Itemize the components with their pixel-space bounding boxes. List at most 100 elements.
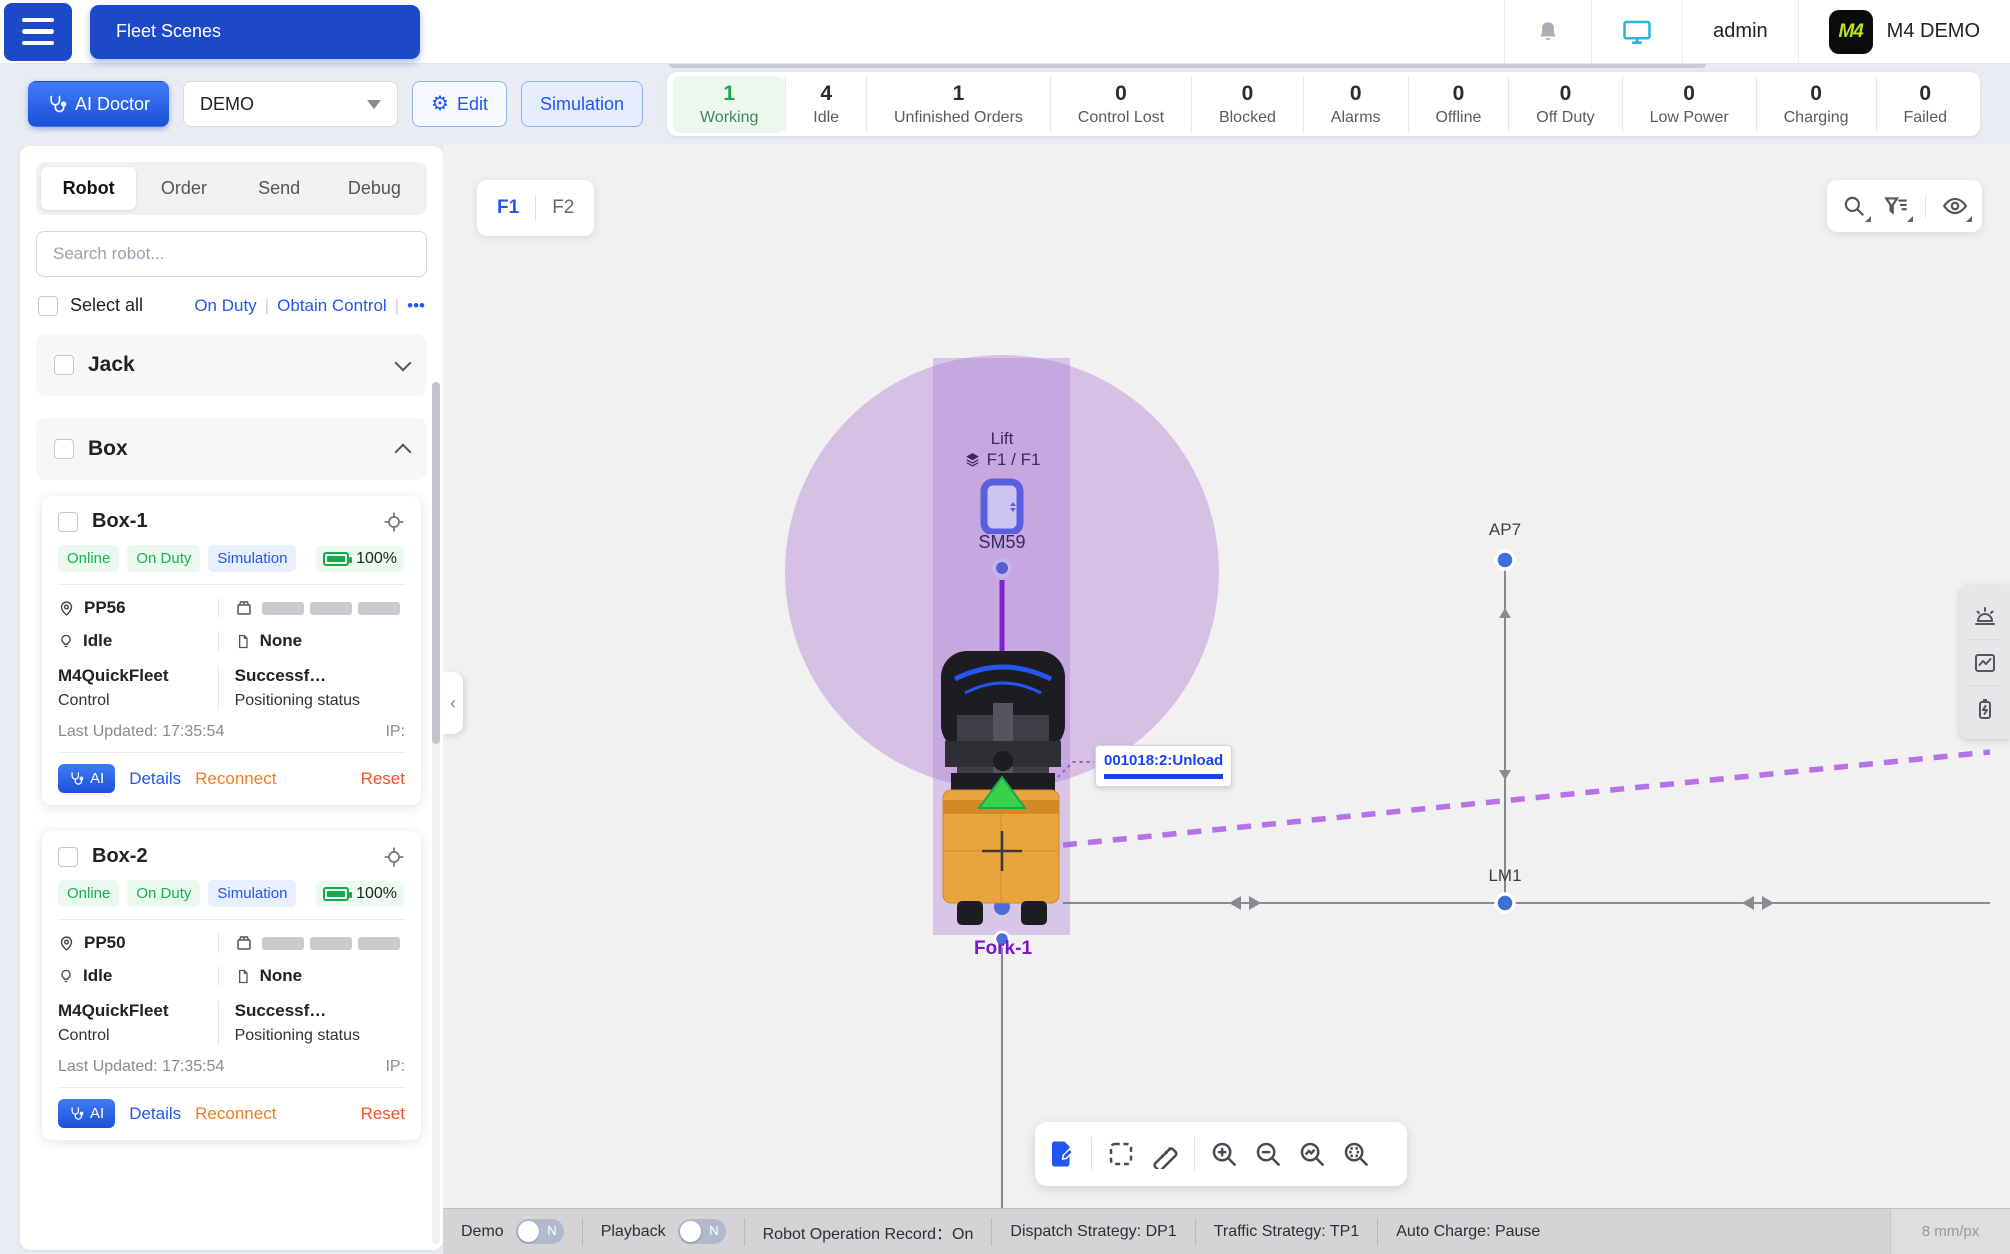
counter-blocked[interactable]: 0Blocked [1191, 76, 1303, 133]
user-menu[interactable]: admin [1682, 0, 1797, 64]
reset-link[interactable]: Reset [361, 769, 405, 789]
status-badge: Online [58, 880, 119, 907]
tab-send[interactable]: Send [232, 167, 327, 210]
map-lines [443, 144, 1990, 1254]
gear-icon: ⚙ [431, 94, 449, 114]
map-search-button[interactable] [1841, 193, 1867, 219]
ai-button[interactable]: AI [58, 764, 115, 793]
select-area-button[interactable] [1106, 1139, 1136, 1169]
playback-toggle[interactable]: N [678, 1219, 726, 1244]
tab-robot[interactable]: Robot [41, 167, 136, 210]
map-tools [1827, 180, 1982, 232]
map-edit-button[interactable] [1047, 1139, 1077, 1169]
sidebar-scrollbar-thumb[interactable] [432, 382, 440, 744]
more-button[interactable]: ••• [407, 296, 425, 316]
stethoscope-icon [47, 94, 67, 114]
counter-unfinished-orders[interactable]: 1Unfinished Orders [866, 76, 1050, 133]
robot-checkbox[interactable] [58, 512, 78, 532]
counter-working[interactable]: 1Working [673, 76, 785, 133]
sidebar-tabs: Robot Order Send Debug [36, 162, 427, 215]
reconnect-link[interactable]: Reconnect [195, 769, 276, 789]
menu-button[interactable] [4, 3, 72, 61]
dispatch-strategy: Dispatch Strategy: DP1 [1010, 1223, 1176, 1241]
details-link[interactable]: Details [129, 1104, 181, 1124]
playback-label: Playback [601, 1223, 666, 1241]
robot-checkbox[interactable] [58, 847, 78, 867]
counter-charging[interactable]: 0Charging [1756, 76, 1876, 133]
reset-link[interactable]: Reset [361, 1104, 405, 1124]
zoom-fit-button[interactable] [1297, 1139, 1327, 1169]
measure-button[interactable] [1150, 1139, 1180, 1169]
robot-card-box-1: Box-1 Online On Duty Simulation 100% [42, 496, 421, 805]
group-box[interactable]: Box [36, 418, 427, 480]
group-jack-checkbox[interactable] [54, 355, 74, 375]
counter-off-duty[interactable]: 0Off Duty [1508, 76, 1621, 133]
counter-failed[interactable]: 0Failed [1876, 76, 1974, 133]
map-visibility-button[interactable] [1942, 193, 1968, 219]
alarm-panel-button[interactable] [1964, 593, 2006, 639]
counter-control-lost[interactable]: 0Control Lost [1050, 76, 1191, 133]
robot-fork-1[interactable] [923, 645, 1083, 945]
node-sm59-dot[interactable] [994, 560, 1010, 576]
battery-icon [323, 887, 349, 901]
demo-toggle[interactable]: N [516, 1219, 564, 1244]
monitor-button[interactable] [1591, 0, 1682, 64]
locate-button[interactable] [383, 846, 405, 868]
edit-button[interactable]: ⚙ Edit [412, 81, 507, 127]
zoom-region-button[interactable] [1341, 1139, 1371, 1169]
brand-logo: M4 [1829, 10, 1873, 54]
status-badge: On Duty [127, 545, 200, 572]
status-badge: Online [58, 545, 119, 572]
floor-tab-f2[interactable]: F2 [552, 197, 574, 219]
simulation-button[interactable]: Simulation [521, 81, 643, 127]
layers-icon [964, 451, 981, 468]
top-header: Fleet Scenes admin M4 M4 DEMO [0, 0, 2010, 64]
floor-tab-f1[interactable]: F1 [497, 197, 519, 219]
lift-label: Lift F1 / F1 [932, 428, 1072, 470]
locate-button[interactable] [383, 511, 405, 533]
group-jack[interactable]: Jack [36, 334, 427, 396]
map-filter-button[interactable] [1883, 193, 1909, 219]
details-link[interactable]: Details [129, 769, 181, 789]
counter-offline[interactable]: 0Offline [1408, 76, 1509, 133]
lift-icon[interactable] [979, 478, 1025, 534]
on-duty-link[interactable]: On Duty [194, 296, 256, 316]
brand: M4 M4 DEMO [1798, 0, 2010, 64]
robot-card-box-2: Box-2 Online On Duty Simulation 100% [42, 831, 421, 1140]
search-input[interactable] [36, 231, 427, 277]
counter-idle[interactable]: 4Idle [785, 76, 866, 133]
select-all-label: Select all [70, 295, 143, 316]
ai-doctor-button[interactable]: AI Doctor [28, 81, 169, 127]
notification-button[interactable] [1504, 0, 1591, 64]
robot-label: Fork-1 [923, 938, 1083, 960]
page-tab-fleet-scenes[interactable]: Fleet Scenes [90, 5, 420, 59]
task-tooltip[interactable]: 001018:2:Unload [1095, 745, 1232, 787]
select-all-checkbox[interactable] [38, 296, 58, 316]
map-scale-indicator: 8 mm/px [1890, 1209, 2010, 1254]
status-counters: 1Working 4Idle 1Unfinished Orders 0Contr… [667, 72, 1980, 136]
ai-button[interactable]: AI [58, 1099, 115, 1128]
reconnect-link[interactable]: Reconnect [195, 1104, 276, 1124]
node-lm1-dot[interactable] [1496, 894, 1514, 912]
zoom-out-button[interactable] [1253, 1139, 1283, 1169]
monitor-icon [1622, 19, 1652, 45]
bell-icon [1535, 19, 1561, 45]
charge-panel-button[interactable] [1964, 685, 2006, 731]
load-progress [262, 937, 400, 950]
tab-debug[interactable]: Debug [327, 167, 422, 210]
group-box-checkbox[interactable] [54, 439, 74, 459]
scene-select[interactable]: DEMO [183, 81, 398, 127]
map-statusbar: Demo N Playback N Robot Operation Record… [443, 1208, 2010, 1254]
fleet-map[interactable]: F1 F2 Lift F1 / F1 [443, 144, 2010, 1254]
counter-alarms[interactable]: 0Alarms [1303, 76, 1408, 133]
obtain-control-link[interactable]: Obtain Control [277, 296, 387, 316]
tab-order[interactable]: Order [136, 167, 231, 210]
document-icon [235, 968, 251, 985]
counter-low-power[interactable]: 0Low Power [1622, 76, 1756, 133]
zoom-in-button[interactable] [1209, 1139, 1239, 1169]
package-icon [235, 934, 253, 952]
chart-panel-button[interactable] [1964, 639, 2006, 685]
sidebar-collapse-handle[interactable]: ‹ [443, 672, 463, 734]
node-ap7-dot[interactable] [1496, 551, 1514, 569]
load-progress [262, 602, 400, 615]
